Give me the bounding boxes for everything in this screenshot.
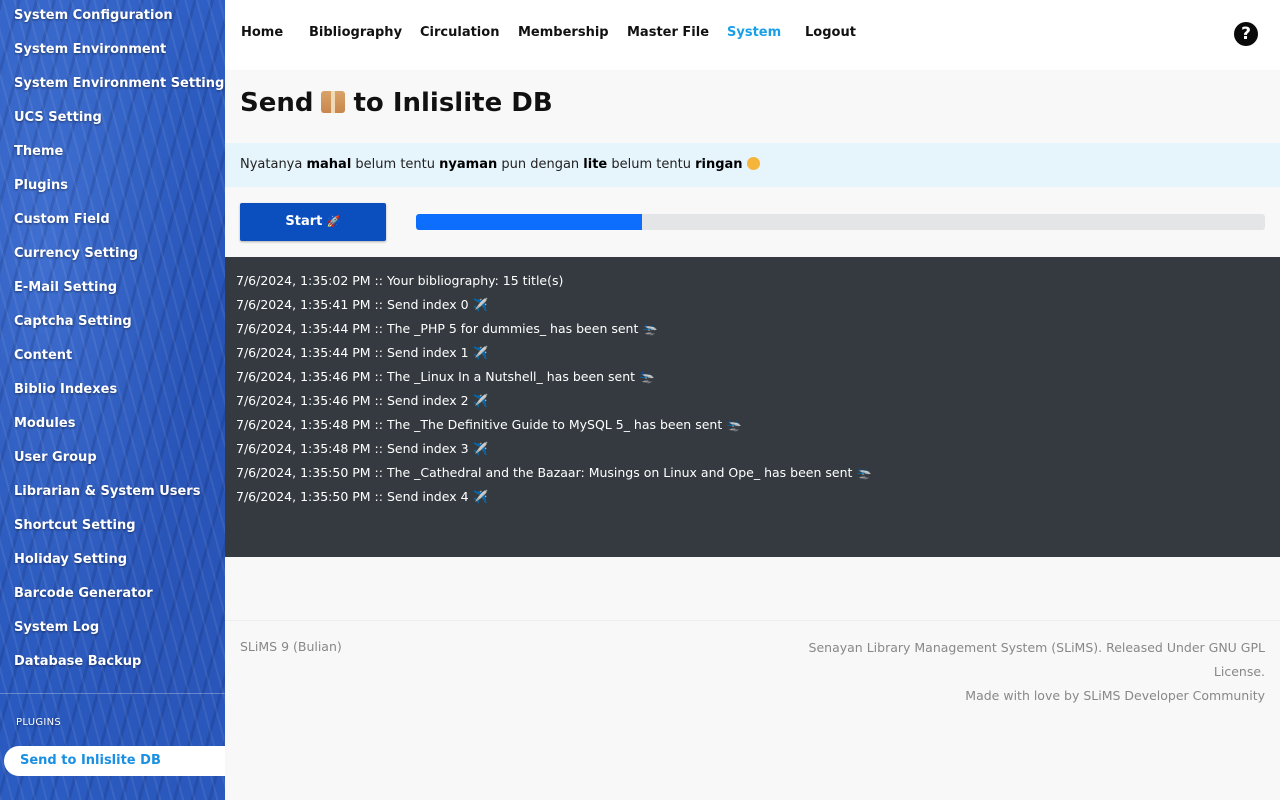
info-bold: ringan [695,157,743,172]
page-title-target: to Inlislite DB [353,88,553,118]
sidebar-item-librarian-system-users[interactable]: Librarian & System Users [0,476,225,510]
progress-bar [416,214,1265,230]
sidebar-item-plugins[interactable]: Plugins [0,170,225,204]
footer-license: Senayan Library Management System (SLiMS… [808,640,1265,679]
nav-circulation[interactable]: Circulation [420,25,499,40]
log-line: 7/6/2024, 1:35:50 PM :: The _Cathedral a… [236,465,872,480]
info-text: pun dengan [497,157,584,172]
sidebar-menu: System Configuration System Environment Sy… [0,0,225,680]
sidebar-item-shortcut-setting[interactable]: Shortcut Setting [0,510,225,544]
sidebar-item-barcode-generator[interactable]: Barcode Generator [0,578,225,612]
page-title-send: Send [240,88,314,118]
nav-master-file[interactable]: Master File [627,25,709,40]
footer-divider [225,620,1280,621]
log-line: 7/6/2024, 1:35:46 PM :: The _Linux In a … [236,369,655,384]
sidebar-item-theme[interactable]: Theme [0,136,225,170]
start-button[interactable]: Start 🚀 [240,203,386,241]
info-bold: lite [583,157,608,172]
log-line: 7/6/2024, 1:35:02 PM :: Your bibliograph… [236,273,564,288]
nav-logout[interactable]: Logout [805,25,856,40]
sidebar-item-ucs-setting[interactable]: UCS Setting [0,102,225,136]
sidebar-item-modules[interactable]: Modules [0,408,225,442]
nav-membership[interactable]: Membership [518,25,609,40]
info-text: belum tentu [351,157,440,172]
sidebar-item-holiday-setting[interactable]: Holiday Setting [0,544,225,578]
page-title: Send to Inlislite DB [240,88,553,118]
footer-version: SLiMS 9 (Bulian) [240,639,342,654]
log-line: 7/6/2024, 1:35:48 PM :: Send index 3 ✈️ [236,441,489,456]
sidebar-item-biblio-indexes[interactable]: Biblio Indexes [0,374,225,408]
progress-fill [416,214,642,230]
sidebar-item-custom-field[interactable]: Custom Field [0,204,225,238]
log-line: 7/6/2024, 1:35:46 PM :: Send index 2 ✈️ [236,393,489,408]
rocket-icon: 🚀 [326,215,341,228]
nav-home[interactable]: Home [241,25,283,40]
log-line: 7/6/2024, 1:35:41 PM :: Send index 0 ✈️ [236,297,489,312]
start-button-label: Start [285,214,323,229]
info-bold: nyaman [439,157,498,172]
info-bold: mahal [306,157,352,172]
sidebar: System Configuration System Environment Sy… [0,0,225,800]
sidebar-divider [0,693,225,694]
info-text: Nyatanya [240,157,307,172]
sidebar-item-user-group[interactable]: User Group [0,442,225,476]
log-line: 7/6/2024, 1:35:44 PM :: Send index 1 ✈️ [236,345,489,360]
sidebar-item-e-mail-setting[interactable]: E-Mail Setting [0,272,225,306]
log-line: 7/6/2024, 1:35:48 PM :: The _The Definit… [236,417,742,432]
sidebar-item-captcha-setting[interactable]: Captcha Setting [0,306,225,340]
log-console: 7/6/2024, 1:35:02 PM :: Your bibliograph… [225,257,1280,557]
sidebar-item-system-environment[interactable]: System Environment [0,34,225,68]
sidebar-item-system-environment-setting[interactable]: System Environment Setting [0,68,225,102]
info-text: belum tentu [607,157,696,172]
plugins-heading: PLUGINS [16,717,62,728]
package-icon [321,91,346,113]
sidebar-item-content[interactable]: Content [0,340,225,374]
question-circle-icon[interactable]: ? [1234,22,1258,46]
smile-face-icon [746,157,760,170]
sidebar-item-system-configuration[interactable]: System Configuration [0,0,225,34]
sidebar-item-currency-setting[interactable]: Currency Setting [0,238,225,272]
top-navbar: Home Bibliography Circulation Membership… [225,0,1280,70]
nav-bibliography[interactable]: Bibliography [309,25,402,40]
sidebar-item-send-to-inlislite-db[interactable]: Send to Inlislite DB [4,746,225,776]
footer-made-with-love: Made with love by SLiMS Developer Commun… [965,688,1265,703]
log-line: 7/6/2024, 1:35:44 PM :: The _PHP 5 for d… [236,321,658,336]
nav-system[interactable]: System [727,25,781,40]
info-banner: Nyatanya mahal belum tentu nyaman pun de… [225,143,1280,187]
footer-credits: Senayan Library Management System (SLiMS… [795,636,1265,708]
sidebar-item-system-log[interactable]: System Log [0,612,225,646]
log-line: 7/6/2024, 1:35:50 PM :: Send index 4 ✈️ [236,489,489,504]
sidebar-item-database-backup[interactable]: Database Backup [0,646,225,680]
